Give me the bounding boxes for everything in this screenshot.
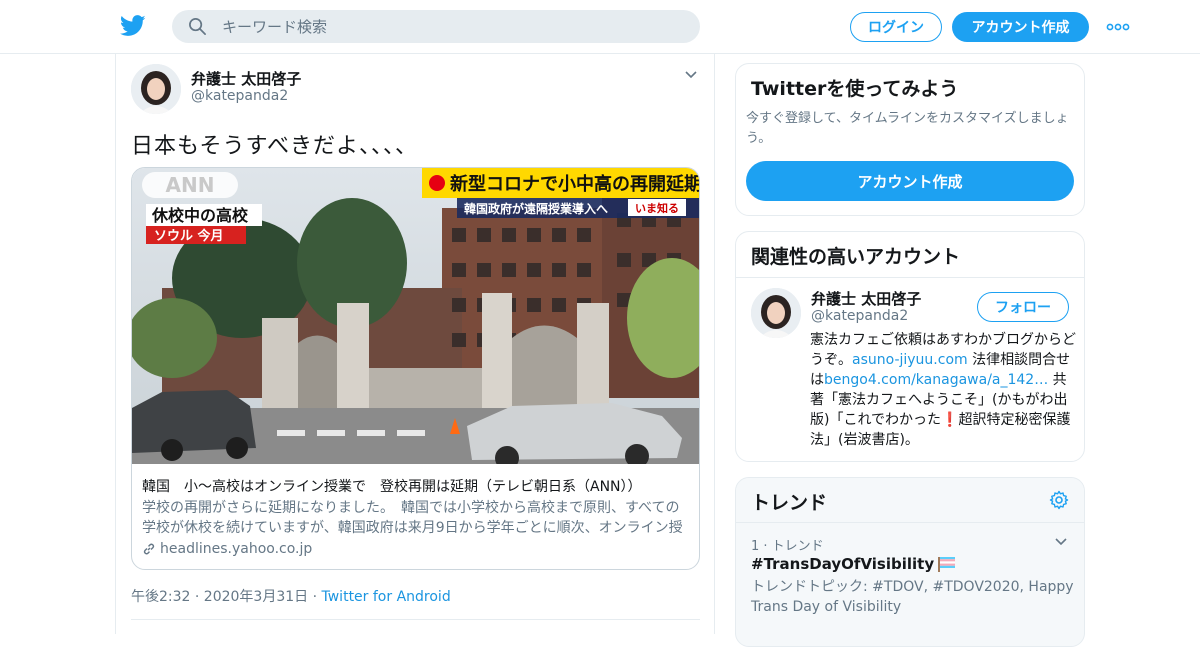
promo-subtitle: 今すぐ登録して、タイムラインをカスタマイズしましょう。 [746,111,1069,146]
svg-text:新型コロナで小中高の再開延期: 新型コロナで小中高の再開延期 [450,173,700,195]
tweet-timestamp[interactable]: 午後2:32 · 2020年3月31日 [131,589,308,605]
twitter-bird-icon[interactable] [120,14,146,38]
tweet-meta: 午後2:32 · 2020年3月31日 · Twitter for Androi… [131,586,451,606]
svg-text:休校中の高校: 休校中の高校 [151,206,249,225]
search-box[interactable] [172,10,700,43]
login-button[interactable]: ログイン [850,12,942,42]
svg-text:いま知る: いま知る [635,201,679,215]
top-navigation-bar: ログイン アカウント作成 [0,0,1200,54]
card-title[interactable]: 韓国 小～高校はオンライン授業で 登校再開は延期（テレビ朝日系（ANN）） [142,476,692,496]
trends-heading: トレンド [751,492,828,514]
author-avatar[interactable] [131,64,181,114]
related-heading: 関連性の高いアカウント [751,246,961,268]
author-name[interactable]: 弁護士 太田啓子 [191,68,301,89]
gear-icon[interactable] [1049,490,1069,510]
trend-item[interactable]: #TransDayOfVisibility [751,555,957,573]
card-description: 学校の再開がさらに延期になりました。 韓国では小学校から高校まで原則、すべての学… [142,500,683,536]
related-name[interactable]: 弁護士 太田啓子 [811,288,921,309]
svg-text:ソウル 今月: ソウル 今月 [154,228,224,244]
trans-flag-icon [938,557,956,572]
create-account-button[interactable]: アカウント作成 [746,161,1074,201]
svg-text:韓国政府が遠隔授業導入へ: 韓国政府が遠隔授業導入へ [464,201,608,216]
meta-separator: · [308,589,322,605]
bio-link[interactable]: bengo4.com/kanagawa/a_142… [824,372,1048,388]
exclamation-icon: ❗ [941,412,959,428]
related-accounts-panel: 関連性の高いアカウント 弁護士 太田啓子 @katepanda2 フォロー 憲法… [735,231,1085,462]
divider [131,619,700,620]
related-avatar[interactable] [751,288,801,338]
link-icon [143,543,155,555]
signup-button[interactable]: アカウント作成 [952,12,1089,42]
trends-header: トレンド [736,478,1084,523]
link-card[interactable]: ANN 新型コロナで小中高の再開延期 韓国政府が遠隔授業導入へ いま知る 休校中… [131,167,700,570]
signup-promo-panel: Twitterを使ってみよう 今すぐ登録して、タイムラインをカスタマイズしましょ… [735,63,1085,216]
promo-heading: Twitterを使ってみよう [751,78,959,100]
search-input[interactable] [222,10,682,43]
card-domain[interactable]: headlines.yahoo.co.jp [142,541,312,557]
chevron-down-icon[interactable] [684,68,698,82]
related-handle[interactable]: @katepanda2 [811,308,908,324]
tweet-source[interactable]: Twitter for Android [322,589,451,605]
chevron-down-icon[interactable] [1054,535,1068,549]
trend-meta: 1 · トレンド [751,539,824,554]
trend-hashtag[interactable]: #TransDayOfVisibility [751,555,934,573]
more-dots-icon[interactable] [1106,17,1130,37]
author-handle[interactable]: @katepanda2 [191,88,288,104]
tweet-text: 日本もそうすべきだよ、、、、 [131,134,419,159]
trends-panel: トレンド 1 · トレンド #TransDayOfVisibility トレンド… [735,477,1085,647]
follow-button[interactable]: フォロー [977,292,1069,322]
bio-link[interactable]: asuno-jiyuu.com [852,352,968,368]
card-domain-text: headlines.yahoo.co.jp [160,541,313,557]
card-image[interactable]: ANN 新型コロナで小中高の再開延期 韓国政府が遠隔授業導入へ いま知る 休校中… [132,168,700,470]
related-bio: 憲法カフェご依頼はあすわかブログからどうぞ。asuno-jiyuu.com 法律… [810,330,1076,450]
svg-text:ANN: ANN [166,173,215,197]
search-icon [189,18,206,35]
tweet-detail: 弁護士 太田啓子 @katepanda2 日本もそうすべきだよ、、、、 ANN … [115,54,715,634]
trend-topic: トレンドトピック: #TDOV, #TDOV2020, Happy Trans … [751,579,1074,615]
divider [736,277,1084,278]
